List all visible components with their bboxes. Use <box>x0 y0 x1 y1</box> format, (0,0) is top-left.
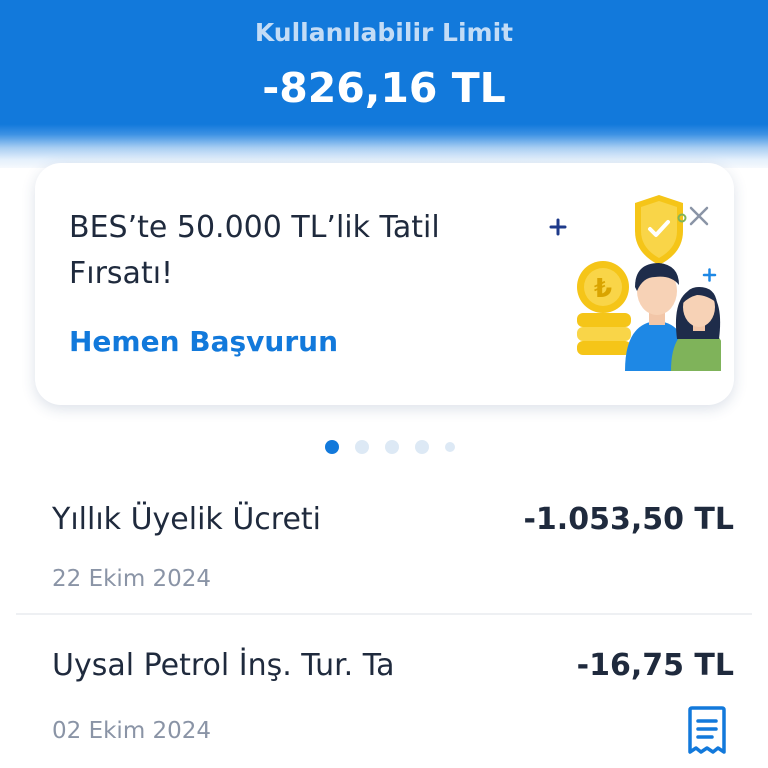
transaction-row[interactable]: Yıllık Üyelik Ücreti -1.053,50 TL 22 Eki… <box>16 500 752 610</box>
close-icon[interactable] <box>675 201 715 231</box>
pager-dot-4[interactable] <box>415 440 429 454</box>
carousel-pager <box>0 440 768 454</box>
pager-dot-3[interactable] <box>385 440 399 454</box>
limit-header: Kullanılabilir Limit -826,16 TL <box>0 0 768 168</box>
receipt-icon[interactable] <box>686 706 728 756</box>
pager-dot-1[interactable] <box>325 440 339 454</box>
available-limit-amount: -826,16 TL <box>262 64 506 112</box>
plus-decoration <box>549 218 567 236</box>
apply-now-link[interactable]: Hemen Başvurun <box>69 325 338 358</box>
transaction-name: Uysal Petrol İnş. Tur. Ta <box>52 648 395 683</box>
card-summary-screen: Kullanılabilir Limit -826,16 TL BES’te 5… <box>0 0 768 768</box>
transaction-amount: -16,75 TL <box>576 648 734 683</box>
promo-title: BES’te 50.000 TL’lik Tatil Fırsatı! <box>69 210 440 291</box>
promo-card[interactable]: BES’te 50.000 TL’lik Tatil Fırsatı! Heme… <box>35 163 734 405</box>
transaction-divider <box>16 613 752 615</box>
svg-text:₺: ₺ <box>594 274 612 304</box>
transaction-name: Yıllık Üyelik Ücreti <box>52 502 322 537</box>
plus-decoration-small <box>702 268 717 282</box>
transaction-amount: -1.053,50 TL <box>523 502 734 537</box>
pager-dot-5[interactable] <box>445 442 455 452</box>
transaction-date: 22 Ekim 2024 <box>52 566 212 592</box>
available-limit-label: Kullanılabilir Limit <box>254 18 514 47</box>
pager-dot-2[interactable] <box>355 440 369 454</box>
transaction-row[interactable]: Uysal Petrol İnş. Tur. Ta -16,75 TL 02 E… <box>16 646 752 768</box>
transaction-date: 02 Ekim 2024 <box>52 718 212 744</box>
